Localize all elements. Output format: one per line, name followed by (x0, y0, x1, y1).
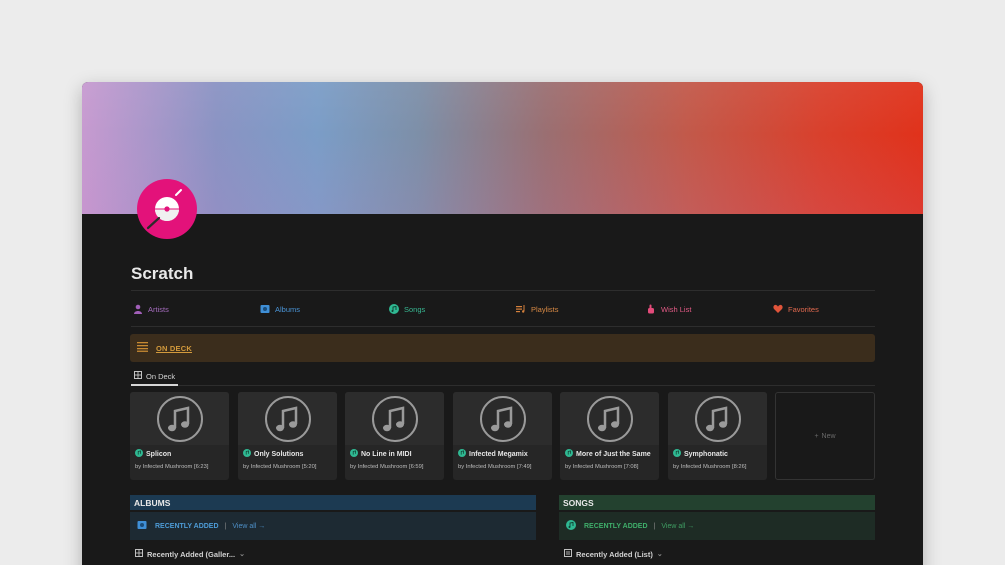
chevron-down-icon: ⌄ (239, 551, 245, 558)
album-icon (137, 520, 147, 532)
list-icon (137, 339, 148, 357)
song-icon (673, 449, 681, 459)
songs-view-selector[interactable]: Recently Added (List) ⌄ (564, 549, 663, 559)
song-title: No Line in MIDI (361, 450, 412, 458)
divider (131, 326, 875, 327)
plus-icon: + (814, 432, 819, 440)
nav-link-favorites[interactable]: Favorites (773, 304, 819, 314)
view-name: Recently Added (List) (576, 549, 653, 559)
gallery-view-icon (134, 371, 142, 381)
nav-link-playlists[interactable]: Playlists (516, 304, 559, 314)
song-card[interactable]: More of Just the Same by Infected Mushro… (560, 392, 659, 480)
song-title: More of Just the Same (576, 450, 651, 458)
navigation-links: Artists Albums Songs Playlists Wish List (131, 302, 875, 322)
song-icon (458, 449, 466, 459)
song-icon (135, 449, 143, 459)
song-card[interactable]: Splicon by Infected Mushroom [6:23] (130, 392, 229, 480)
on-deck-callout: ON DECK (130, 334, 875, 362)
page-title[interactable]: Scratch (131, 264, 193, 284)
separator: | (224, 522, 227, 530)
song-card[interactable]: Only Solutions by Infected Mushroom [5:2… (238, 392, 337, 480)
song-subtitle: by Infected Mushroom [5:20] (243, 464, 317, 470)
card-cover (668, 392, 767, 445)
nav-label: Playlists (531, 304, 559, 314)
card-cover (345, 392, 444, 445)
song-card[interactable]: Infected Megamix by Infected Mushroom [7… (453, 392, 552, 480)
songs-recently-added: RECENTLY ADDED | View all → (559, 512, 875, 540)
songs-view-all-link[interactable]: View all → (661, 523, 694, 530)
divider (131, 385, 875, 386)
song-card[interactable]: No Line in MIDI by Infected Mushroom [6:… (345, 392, 444, 480)
albums-section-header: ALBUMS (130, 495, 536, 510)
song-title: Symphonatic (684, 450, 728, 458)
music-note-icon (566, 520, 576, 532)
song-subtitle: by Infected Mushroom [8:26] (673, 464, 747, 470)
list-view-icon (564, 549, 572, 559)
song-card[interactable]: Symphonatic by Infected Mushroom [8:26] (668, 392, 767, 480)
song-title: Only Solutions (254, 450, 304, 458)
on-deck-link[interactable]: ON DECK (156, 344, 192, 353)
nav-link-songs[interactable]: Songs (389, 304, 425, 314)
song-icon (350, 449, 358, 459)
itunes-note-icon (156, 395, 203, 442)
albums-view-selector[interactable]: Recently Added (Galler... ⌄ (135, 549, 245, 559)
card-cover (453, 392, 552, 445)
albums-recently-added-label[interactable]: RECENTLY ADDED (155, 523, 219, 530)
itunes-note-icon (371, 395, 418, 442)
divider (131, 290, 875, 291)
card-cover (130, 392, 229, 445)
song-icon (243, 449, 251, 459)
nav-link-artists[interactable]: Artists (133, 304, 169, 314)
song-title: Splicon (146, 450, 172, 458)
page-cover-image[interactable] (82, 82, 923, 214)
nav-link-wish-list[interactable]: Wish List (646, 304, 691, 314)
vinyl-record-icon[interactable] (137, 179, 197, 239)
songs-section-header: SONGS (559, 495, 875, 510)
nav-label: Favorites (788, 304, 819, 314)
heart-icon (773, 304, 783, 314)
tab-on-deck[interactable]: On Deck (131, 368, 178, 384)
card-cover (238, 392, 337, 445)
nav-label: Artists (148, 304, 169, 314)
chevron-down-icon: ⌄ (656, 551, 663, 558)
nav-label: Albums (275, 304, 301, 314)
albums-view-all-link[interactable]: View all → (232, 523, 265, 530)
nav-label: Songs (404, 304, 426, 314)
song-subtitle: by Infected Mushroom [6:59] (350, 464, 424, 470)
active-tab-indicator (131, 384, 178, 386)
song-title: Infected Megamix (469, 450, 528, 458)
notion-page-window: Scratch Artists Albums Songs Playlists W… (82, 82, 923, 565)
hand-icon (646, 304, 656, 314)
itunes-note-icon (264, 395, 311, 442)
itunes-note-icon (586, 395, 633, 442)
albums-recently-added: RECENTLY ADDED | View all → (130, 512, 536, 540)
song-subtitle: by Infected Mushroom [7:08] (565, 464, 639, 470)
nav-label: Wish List (661, 304, 692, 314)
tab-label: On Deck (146, 371, 176, 381)
card-cover (560, 392, 659, 445)
separator: | (653, 522, 656, 530)
new-card-button[interactable]: + New (775, 392, 875, 480)
artist-icon (133, 304, 143, 314)
playlist-icon (516, 304, 526, 314)
album-icon (260, 304, 270, 314)
songs-recently-added-label[interactable]: RECENTLY ADDED (584, 523, 648, 530)
itunes-note-icon (694, 395, 741, 442)
itunes-note-icon (479, 395, 526, 442)
gallery-view-icon (135, 549, 143, 559)
nav-link-albums[interactable]: Albums (260, 304, 300, 314)
music-note-icon (389, 304, 399, 314)
new-label: New (821, 432, 836, 440)
on-deck-gallery: Splicon by Infected Mushroom [6:23] Only… (130, 392, 876, 480)
song-subtitle: by Infected Mushroom [6:23] (135, 464, 209, 470)
song-subtitle: by Infected Mushroom [7:49] (458, 464, 532, 470)
view-name: Recently Added (Galler... (147, 549, 236, 559)
song-icon (565, 449, 573, 459)
